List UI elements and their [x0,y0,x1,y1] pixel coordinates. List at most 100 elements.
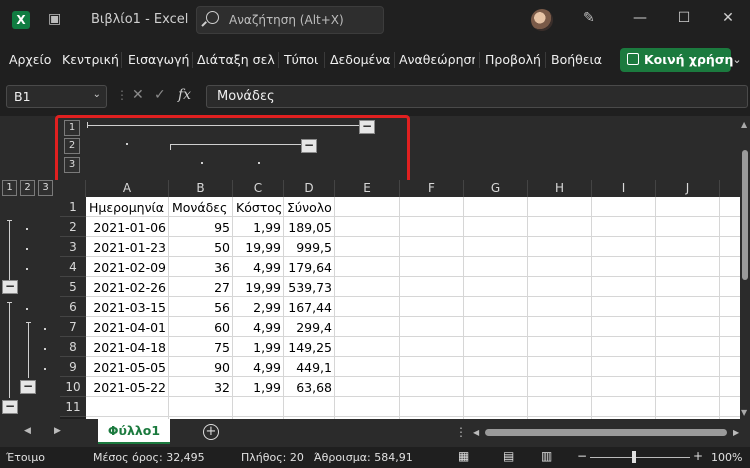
row-level-3-button[interactable]: 3 [38,180,53,196]
tab-formulas[interactable]: Τύποι [284,52,318,67]
row-header[interactable]: 9 [60,357,86,377]
tab-home[interactable]: Κεντρική [62,52,119,67]
avatar[interactable] [531,9,553,31]
cell-total[interactable]: 189,05 [285,218,332,238]
column-header-e[interactable]: E [335,180,400,197]
cell-cost[interactable]: 1,99 [234,378,281,398]
cell-units[interactable]: 60 [170,318,230,338]
name-box[interactable]: B1 ⌄ [6,85,107,108]
row-header[interactable]: 8 [60,337,86,357]
cell-date[interactable]: 2021-03-15 [88,298,166,318]
row-header[interactable]: 3 [60,237,86,257]
cell-a1[interactable]: Ημερομηνία [89,198,167,218]
column-header-a[interactable]: A [86,180,169,197]
cell-cost[interactable]: 1,99 [234,338,281,358]
cell-date[interactable]: 2021-01-23 [88,238,166,258]
select-all-corner[interactable] [60,180,86,197]
page-break-view-icon[interactable]: ▥ [541,449,552,463]
cell-total[interactable]: 149,25 [285,338,332,358]
prev-sheet-icon[interactable]: ◀ [24,426,31,436]
cell-units[interactable]: 90 [170,358,230,378]
function-icon[interactable]: fx [178,87,191,103]
tab-data[interactable]: Δεδομένα [330,52,391,67]
cell-cost[interactable]: 4,99 [234,358,281,378]
scroll-up-icon[interactable]: ▲ [741,120,747,129]
column-header-f[interactable]: F [400,180,464,197]
chevron-down-icon[interactable]: ⌄ [93,89,101,100]
tab-view[interactable]: Προβολή [485,52,541,67]
pen-icon[interactable]: ✎ [583,10,595,26]
row-header[interactable]: 6 [60,297,86,317]
zoom-slider-thumb[interactable] [632,451,636,463]
cell-total[interactable]: 539,73 [285,278,332,298]
cell-total[interactable]: 299,4 [285,318,332,338]
row-header[interactable]: 4 [60,257,86,277]
cell-cost[interactable]: 4,99 [234,318,281,338]
status-count[interactable]: Πλήθος: 20 [241,451,304,464]
cell-date[interactable]: 2021-05-22 [88,378,166,398]
cell-date[interactable]: 2021-02-26 [88,278,166,298]
tab-file[interactable]: Αρχείο [9,52,51,67]
horizontal-scroll-thumb[interactable] [485,429,727,436]
add-sheet-icon[interactable]: + [203,424,219,440]
cell-date[interactable]: 2021-05-05 [88,358,166,378]
maximize-button[interactable]: ☐ [674,10,694,26]
cell-total[interactable]: 167,44 [285,298,332,318]
tab-help[interactable]: Βοήθεια [551,52,602,67]
column-header-i[interactable]: I [592,180,656,197]
cell-total[interactable]: 63,68 [285,378,332,398]
cell-c1[interactable]: Κόστος [236,198,284,218]
status-sum[interactable]: Άθροισμα: 584,91 [314,451,413,464]
cell-date[interactable]: 2021-04-18 [88,338,166,358]
zoom-slider[interactable] [590,457,690,458]
row-header[interactable]: 11 [60,397,86,417]
more-options-icon[interactable]: ⋮ [116,88,128,102]
cell-date[interactable]: 2021-01-06 [88,218,166,238]
more-options-icon[interactable]: ⋮ [455,425,467,439]
collapse-row-group-button[interactable]: − [2,400,18,414]
cancel-icon[interactable]: ✕ [132,87,144,103]
zoom-level[interactable]: 100% [711,451,742,464]
cell-total[interactable]: 999,5 [285,238,332,258]
collapse-row-subgroup-button[interactable]: − [20,380,36,394]
cell-units[interactable]: 36 [170,258,230,278]
row-header[interactable]: 1 [60,197,86,217]
cell-units[interactable]: 95 [170,218,230,238]
cell-units[interactable]: 75 [170,338,230,358]
zoom-out-icon[interactable]: − [577,449,587,463]
next-sheet-icon[interactable]: ▶ [54,426,61,436]
normal-view-icon[interactable]: ▦ [458,449,469,463]
cell-date[interactable]: 2021-02-09 [88,258,166,278]
row-header[interactable]: 10 [60,377,86,397]
column-header-h[interactable]: H [528,180,592,197]
cell-cost[interactable]: 4,99 [234,258,281,278]
cell-total[interactable]: 179,64 [285,258,332,278]
row-header[interactable]: 5 [60,277,86,297]
column-header-g[interactable]: G [464,180,528,197]
scroll-right-icon[interactable]: ▶ [733,428,739,437]
cell-units[interactable]: 32 [170,378,230,398]
column-header-b[interactable]: B [169,180,233,197]
scroll-left-icon[interactable]: ◀ [473,428,479,437]
formula-input[interactable]: Μονάδες [206,85,748,108]
cell-cost[interactable]: 2,99 [234,298,281,318]
cell-cost[interactable]: 19,99 [234,278,281,298]
column-header-j[interactable]: J [656,180,720,197]
cell-units[interactable]: 56 [170,298,230,318]
scroll-down-icon[interactable]: ▼ [741,408,747,417]
row-level-1-button[interactable]: 1 [2,180,17,196]
tab-insert[interactable]: Εισαγωγή [128,52,189,67]
row-level-2-button[interactable]: 2 [20,180,35,196]
minimize-button[interactable]: — [630,10,650,26]
vertical-scroll-thumb[interactable] [742,150,748,280]
row-header[interactable]: 7 [60,317,86,337]
zoom-in-icon[interactable]: + [693,449,703,463]
column-header-d[interactable]: D [284,180,335,197]
cell-units[interactable]: 50 [170,238,230,258]
save-icon[interactable]: ▣ [48,11,61,27]
sheet-tab-sheet1[interactable]: Φύλλο1 [98,419,170,444]
page-layout-view-icon[interactable]: ▤ [503,449,514,463]
cell-cost[interactable]: 1,99 [234,218,281,238]
cell-d1[interactable]: Σύνολο [287,198,335,218]
row-header[interactable]: 2 [60,217,86,237]
